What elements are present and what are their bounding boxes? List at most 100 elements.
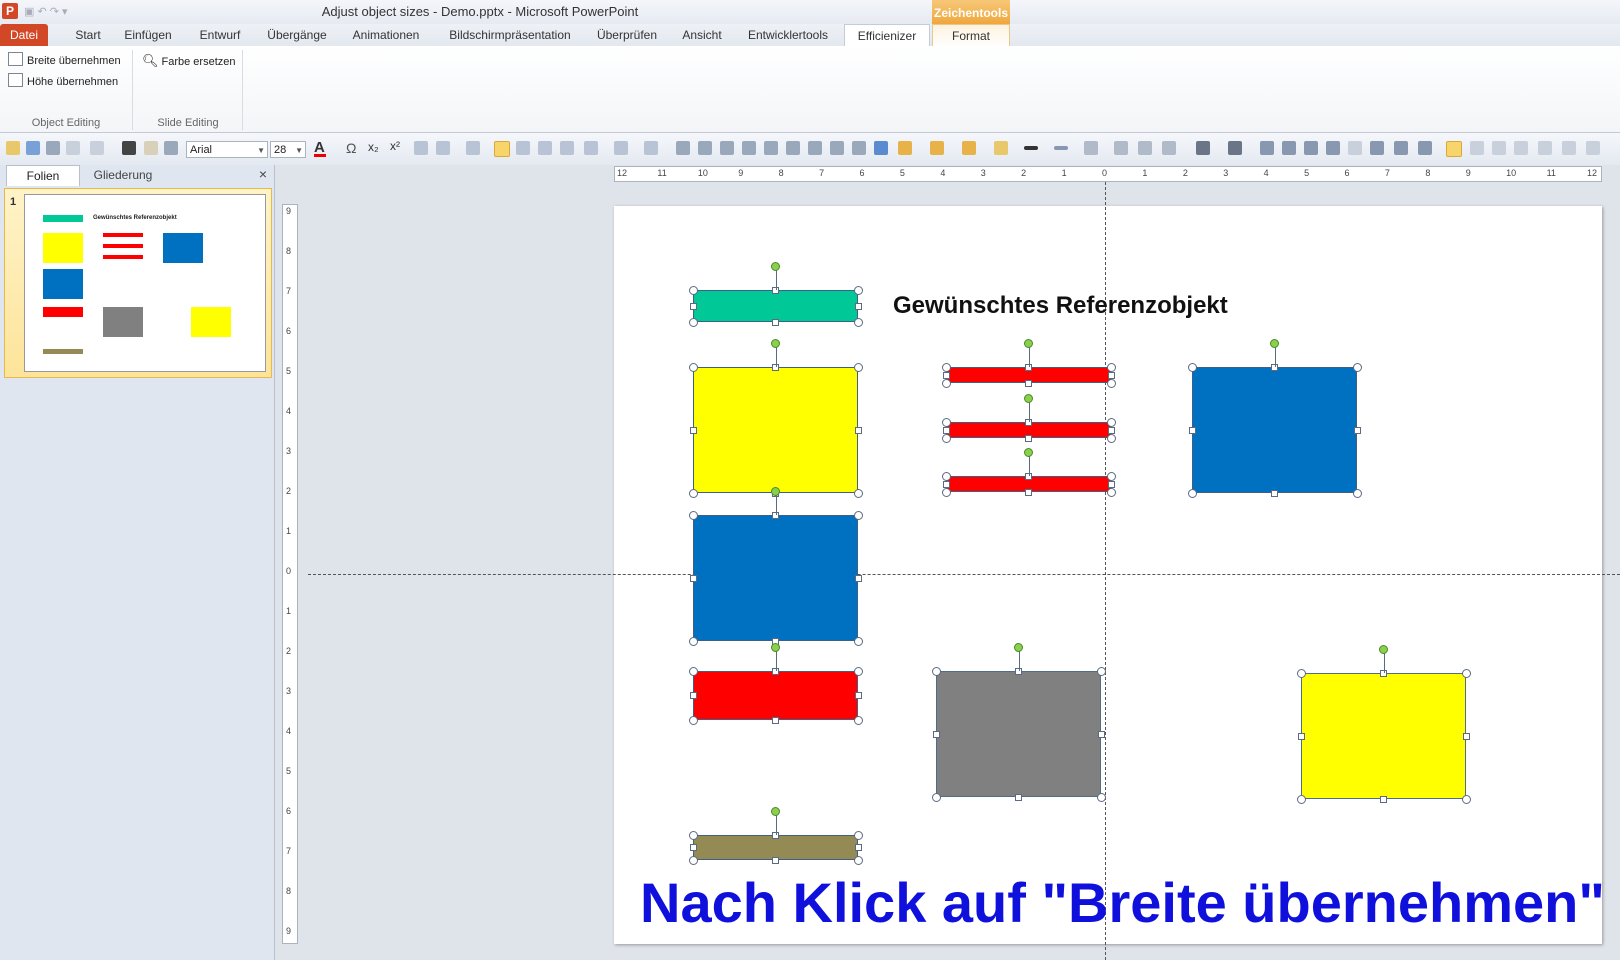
rotate-handle[interactable] [771, 262, 780, 271]
resize-handle[interactable] [1106, 433, 1116, 443]
resize-handle[interactable] [688, 715, 698, 725]
horizontal-guide[interactable] [308, 574, 1620, 575]
align-objects-right-icon[interactable] [698, 141, 712, 155]
tab-animations[interactable]: Animationen [346, 24, 426, 46]
resize-handle[interactable] [932, 730, 940, 738]
align-bottom-icon[interactable] [742, 141, 756, 155]
line-icon[interactable] [122, 141, 136, 155]
line-spacing-icon[interactable] [436, 141, 450, 155]
recolor-icon[interactable] [1348, 141, 1362, 155]
superscript-icon[interactable]: x² [390, 139, 400, 153]
resize-handle[interactable] [1106, 487, 1116, 497]
distribute-icon[interactable] [786, 141, 800, 155]
connector-icon[interactable] [1114, 141, 1128, 155]
rotate-handle[interactable] [1024, 394, 1033, 403]
print-icon[interactable] [46, 141, 60, 155]
resize-handle[interactable] [689, 844, 697, 851]
resize-handle[interactable] [941, 362, 951, 372]
resize-handle[interactable] [1297, 732, 1305, 740]
resize-handle[interactable] [688, 362, 698, 372]
text-direction-icon[interactable] [852, 141, 866, 155]
resize-handle[interactable] [853, 855, 863, 865]
green-bar-shape[interactable] [693, 290, 858, 322]
save-icon[interactable] [26, 141, 40, 155]
crop-icon[interactable] [1228, 141, 1242, 155]
resize-handle[interactable] [1187, 362, 1197, 372]
resize-handle[interactable] [689, 574, 697, 582]
resize-handle[interactable] [688, 830, 698, 840]
table-icon[interactable] [1538, 141, 1552, 155]
resize-handle[interactable] [688, 317, 698, 327]
shapes-icon[interactable] [584, 141, 598, 155]
dash-style-icon[interactable] [1054, 146, 1068, 150]
bullets-icon[interactable] [414, 141, 428, 155]
tab-view[interactable]: Ansicht [676, 24, 728, 46]
omega-icon[interactable]: Ω [346, 140, 356, 156]
close-icon[interactable]: × [256, 166, 270, 182]
align-center-icon[interactable] [516, 141, 530, 155]
font-size-select[interactable]: 28 ▼ [270, 141, 306, 158]
rotate-handle[interactable] [1014, 643, 1023, 652]
resize-handle[interactable] [772, 856, 779, 864]
distribute-vertical-icon[interactable] [808, 141, 822, 155]
rotate-right-icon[interactable] [1326, 141, 1340, 155]
resize-handle[interactable] [854, 692, 862, 699]
width-take-over-button[interactable]: Breite übernehmen [8, 52, 121, 70]
resize-handle[interactable] [854, 302, 862, 310]
bring-forward-icon[interactable] [898, 141, 912, 155]
resize-icon[interactable] [1370, 141, 1384, 155]
freeform-icon[interactable] [644, 141, 658, 155]
rotate-icon[interactable] [874, 141, 888, 155]
subscript-icon[interactable]: x₂ [368, 140, 379, 154]
tab-efficienizer[interactable]: Efficienizer [844, 24, 930, 47]
resize-handle[interactable] [941, 471, 951, 481]
outline-color-icon[interactable] [994, 141, 1008, 155]
resize-handle[interactable] [853, 317, 863, 327]
replace-color-button[interactable]: 🔍︎ Farbe ersetzen [142, 52, 236, 70]
resize-handle[interactable] [853, 830, 863, 840]
flip-vertical-icon[interactable] [1282, 141, 1296, 155]
resize-handle[interactable] [941, 487, 951, 497]
resize-handle[interactable] [854, 574, 862, 582]
rotate-handle[interactable] [1024, 448, 1033, 457]
align-right-icon[interactable] [538, 141, 552, 155]
vertical-ruler[interactable]: 9 8 7 6 5 4 3 2 1 0 1 2 3 4 5 6 7 8 9 [282, 204, 298, 944]
rotate-handle[interactable] [1024, 339, 1033, 348]
resize-handle[interactable] [941, 417, 951, 427]
resize-handle[interactable] [1380, 795, 1387, 803]
rotate-handle[interactable] [1270, 339, 1279, 348]
snap-icon[interactable] [1394, 141, 1408, 155]
resize-handle[interactable] [1107, 480, 1115, 488]
resize-handle[interactable] [1461, 668, 1471, 678]
align-middle-icon[interactable] [764, 141, 778, 155]
resize-handle[interactable] [942, 426, 950, 434]
resize-handle[interactable] [854, 426, 862, 434]
resize-handle[interactable] [853, 666, 863, 676]
resize-handle[interactable] [772, 716, 779, 724]
yellow-rect-shape[interactable] [693, 367, 858, 493]
resize-handle[interactable] [931, 666, 941, 676]
resize-handle[interactable] [942, 371, 950, 379]
size-options-icon[interactable] [1418, 141, 1432, 155]
guides-icon[interactable] [1514, 141, 1528, 155]
resize-handle[interactable] [854, 844, 862, 851]
resize-handle[interactable] [942, 480, 950, 488]
red-rect-shape[interactable] [693, 671, 858, 720]
resize-handle[interactable] [853, 510, 863, 520]
selection-icon[interactable] [1446, 141, 1462, 157]
resize-handle[interactable] [941, 433, 951, 443]
resize-handle[interactable] [1096, 792, 1106, 802]
tab-format[interactable]: Format [932, 24, 1010, 47]
open-icon[interactable] [6, 141, 20, 155]
tab-insert[interactable]: Einfügen [118, 24, 178, 46]
resize-handle[interactable] [1025, 488, 1032, 496]
resize-handle[interactable] [931, 792, 941, 802]
tab-file[interactable]: Datei [0, 24, 48, 46]
resize-handle[interactable] [1106, 471, 1116, 481]
resize-handle[interactable] [853, 636, 863, 646]
rotate-handle[interactable] [771, 807, 780, 816]
align-objects-left-icon[interactable] [676, 141, 690, 155]
resize-handle[interactable] [689, 426, 697, 434]
resize-handle[interactable] [1462, 732, 1470, 740]
resize-handle[interactable] [1097, 730, 1105, 738]
